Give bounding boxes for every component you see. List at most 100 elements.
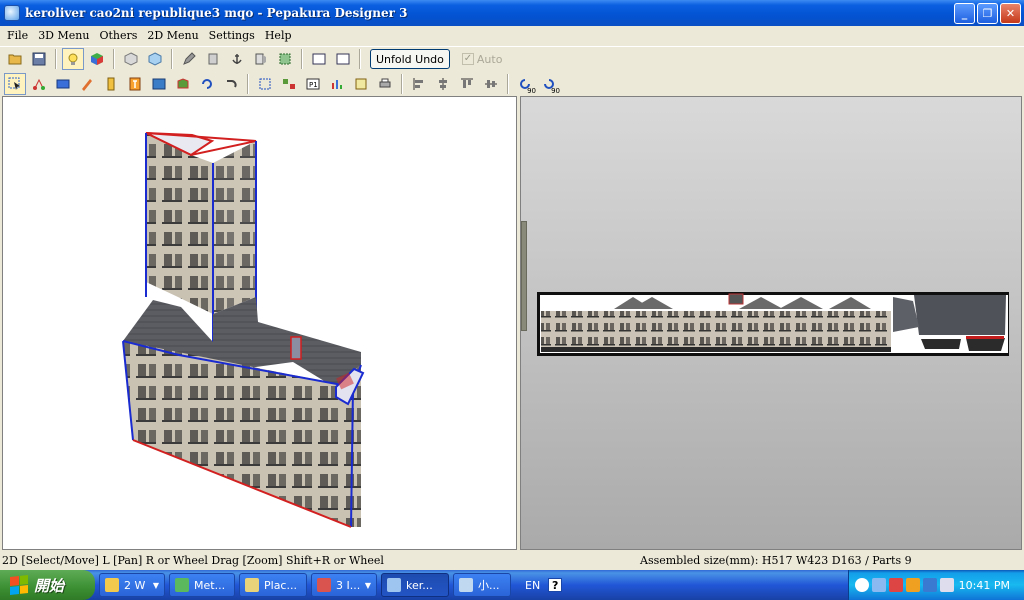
light-button[interactable] (62, 48, 84, 70)
floppy-icon (32, 52, 46, 66)
box-face-button[interactable] (144, 48, 166, 70)
rotate-cw-label: 90 (551, 86, 560, 95)
start-button[interactable]: 開始 (0, 570, 95, 600)
start-label: 開始 (34, 576, 65, 595)
window-b-button[interactable] (332, 48, 354, 70)
task-label: Plac... (264, 578, 297, 592)
pen-button[interactable] (178, 48, 200, 70)
tower-left-face (146, 133, 213, 314)
chevron-left-icon[interactable] (855, 578, 869, 592)
page-tool-button[interactable]: P1 (302, 73, 324, 95)
window-title: keroliver cao2ni republique3 mqo - Pepak… (25, 6, 408, 20)
antivirus-icon[interactable] (906, 578, 920, 592)
auto-label: Auto (476, 52, 503, 66)
task-button[interactable]: 2 W ▼ (99, 573, 165, 597)
separator (247, 73, 249, 94)
checkmark-icon: ✓ (461, 53, 474, 65)
monitor-icon[interactable] (923, 578, 937, 592)
unfold-select-button[interactable] (274, 48, 296, 70)
cylinder-button[interactable] (202, 48, 224, 70)
task-label: Met... (194, 578, 226, 592)
svg-text:P1: P1 (309, 81, 318, 89)
3d-view[interactable] (2, 96, 517, 550)
window-a-button[interactable] (308, 48, 330, 70)
document-icon (459, 578, 473, 592)
undo-tool-button[interactable] (220, 73, 242, 95)
security-icon[interactable] (889, 578, 903, 592)
node-icon (33, 78, 45, 90)
task-button[interactable]: Met... (169, 573, 235, 597)
maximize-button[interactable]: ❐ (977, 3, 998, 24)
print-tool-button[interactable] (374, 73, 396, 95)
network-icon[interactable] (872, 578, 886, 592)
ruler-icon (107, 77, 115, 90)
display-icon[interactable] (940, 578, 954, 592)
task-button[interactable]: 3 I... ▼ (311, 573, 377, 597)
system-tray: 10:41 PM (848, 570, 1024, 600)
select-tool-button[interactable] (4, 72, 26, 95)
align-left-button[interactable] (408, 73, 430, 95)
pointer-icon (8, 77, 20, 90)
2d-view[interactable] (520, 96, 1022, 550)
3d-model-render[interactable] (3, 97, 516, 549)
2d-pattern-render[interactable] (521, 97, 1021, 549)
menu-settings[interactable]: Settings (204, 29, 260, 42)
rotate-ccw-button[interactable]: 90 (514, 73, 536, 95)
align-center-button[interactable] (432, 73, 454, 95)
export-icon (355, 78, 367, 89)
unfolded-roof-part (914, 295, 1006, 335)
task-button[interactable]: 小... (453, 573, 511, 597)
flap-button[interactable] (250, 48, 272, 70)
minimize-button[interactable]: _ (954, 3, 975, 24)
task-label: 3 I... (336, 578, 361, 592)
fit-tool-button[interactable] (254, 73, 276, 95)
menu-help[interactable]: Help (260, 29, 297, 42)
chevron-down-icon: ▼ (152, 580, 159, 590)
main-toolbar: Unfold Undo ✓ Auto (0, 46, 1024, 71)
paint-tool-button[interactable] (76, 73, 98, 95)
task-button[interactable]: Plac... (239, 573, 307, 597)
fit-icon (259, 78, 271, 89)
open-button[interactable] (4, 48, 26, 70)
rotate-cw-button[interactable]: 90 (538, 73, 560, 95)
export-tool-button[interactable] (350, 73, 372, 95)
page-number-icon: P1 (306, 78, 320, 89)
close-button[interactable]: ✕ (1000, 3, 1021, 24)
align-top-button[interactable] (456, 73, 478, 95)
menu-3d[interactable]: 3D Menu (33, 29, 94, 42)
leaf-icon (175, 578, 189, 592)
chevron-down-icon: ▼ (364, 580, 371, 590)
image-tool-button[interactable] (52, 73, 74, 95)
unfold-undo-button[interactable]: Unfold Undo (370, 49, 450, 69)
chart-tool-button[interactable] (326, 73, 348, 95)
edge-tool-button[interactable] (100, 73, 122, 95)
title-bar: keroliver cao2ni republique3 mqo - Pepak… (0, 0, 1024, 26)
menu-file[interactable]: File (2, 29, 33, 42)
align-middle-icon (485, 79, 497, 88)
menu-others[interactable]: Others (94, 29, 142, 42)
help-icon[interactable]: ? (548, 578, 563, 592)
save-button[interactable] (28, 48, 50, 70)
align-middle-button[interactable] (480, 73, 502, 95)
join-tool-button[interactable] (28, 73, 50, 95)
rotate-tool-button[interactable] (196, 73, 218, 95)
task-button-active[interactable]: ker... (381, 573, 449, 597)
anchor-button[interactable] (226, 48, 248, 70)
language-indicator[interactable]: EN (525, 579, 540, 592)
texture-button[interactable] (86, 48, 108, 70)
text-tool-button[interactable] (124, 73, 146, 95)
auto-checkbox[interactable]: ✓ Auto (461, 52, 503, 66)
box-view-button[interactable] (120, 48, 142, 70)
clock[interactable]: 10:41 PM (959, 579, 1010, 592)
flap-tool-button[interactable] (172, 73, 194, 95)
menu-2d[interactable]: 2D Menu (142, 29, 203, 42)
flap-edit-icon (177, 77, 189, 88)
taskbar: 開始 2 W ▼ Met... Plac... 3 I... ▼ ker... … (0, 570, 1024, 600)
align-center-icon (439, 77, 447, 90)
arrange-tool-button[interactable] (278, 73, 300, 95)
tower-right-face (213, 141, 256, 314)
pen-icon (245, 578, 259, 592)
separator (55, 49, 57, 69)
picture-tool-button[interactable] (148, 73, 170, 95)
folder-icon (105, 578, 119, 592)
